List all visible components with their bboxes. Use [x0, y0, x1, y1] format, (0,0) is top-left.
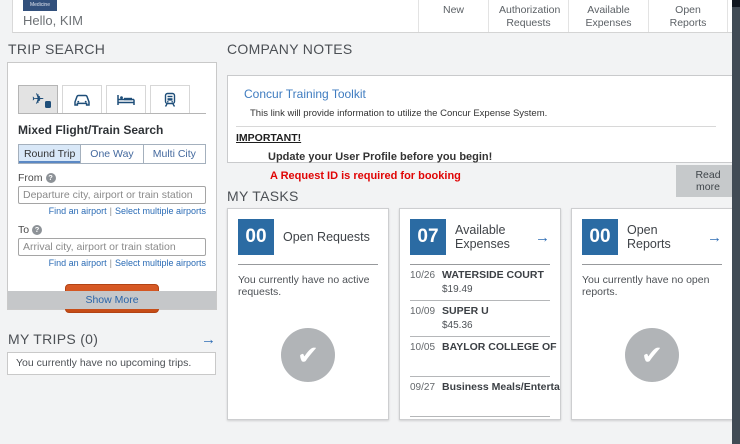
from-label-text: From [18, 172, 43, 184]
read-more-button[interactable]: Read more [676, 165, 740, 197]
scrollbar-thumb[interactable] [732, 0, 740, 7]
expense-amount [442, 356, 550, 373]
tab-hotel[interactable] [106, 85, 146, 113]
expense-amount: $19.49 [442, 284, 473, 295]
open-requests-header: 00 Open Requests [238, 219, 378, 255]
my-trips-title: MY TRIPS (0) [8, 331, 99, 347]
trip-type-multi-city[interactable]: Multi City [142, 145, 205, 163]
available-expenses-card: 07 Available Expenses → 10/26 WATERSIDE … [399, 208, 561, 420]
expense-name: Business Meals/Entertainme... [442, 381, 560, 393]
link-separator: | [109, 206, 112, 216]
important-label: IMPORTANT! [236, 132, 302, 144]
expense-row[interactable]: 09/11 Business Meals/Entertainment $5.61 [410, 416, 550, 419]
expense-row[interactable]: 10/05 BAYLOR COLLEGE OF MED... [410, 336, 560, 376]
concur-training-toolkit-link[interactable]: Concur Training Toolkit [244, 87, 716, 101]
nav-item-open-reports[interactable]: Open Reports [648, 0, 728, 32]
trip-type-round-trip[interactable]: Round Trip [19, 145, 81, 163]
card-divider [238, 264, 378, 265]
expense-row[interactable]: 09/27 Business Meals/Entertainme... [410, 376, 560, 416]
my-trips-arrow-icon[interactable]: → [201, 332, 216, 347]
tab-car[interactable] [62, 85, 102, 113]
car-icon [74, 94, 90, 106]
to-label-text: To [18, 224, 30, 236]
nav-item-available-expenses[interactable]: Available Expenses [568, 0, 648, 32]
travel-mode-tabs: ✈ [18, 85, 206, 114]
select-multiple-airports-link[interactable]: Select multiple airports [115, 206, 206, 216]
expense-date: 10/26 [410, 270, 436, 281]
card-divider [582, 264, 722, 265]
company-notes-panel: Concur Training Toolkit This link will p… [227, 75, 733, 182]
open-requests-label: Open Requests [283, 230, 370, 244]
to-label: To ? [18, 224, 206, 236]
tab-mixed-flight-train[interactable]: ✈ [18, 85, 58, 113]
open-reports-empty-message: You currently have no open reports. [582, 274, 710, 298]
find-airport-link[interactable]: Find an airport [49, 258, 107, 268]
from-links: Find an airport | Select multiple airports [18, 206, 206, 216]
select-multiple-airports-link[interactable]: Select multiple airports [115, 258, 206, 268]
expense-name: WATERSIDE COURT [442, 269, 544, 281]
open-reports-header: 00 Open Reports → [582, 219, 722, 255]
expense-amount [442, 396, 550, 413]
open-requests-empty-message: You currently have no active requests. [238, 274, 370, 298]
from-help-icon[interactable]: ? [45, 173, 56, 183]
airplane-icon: ✈ [31, 90, 45, 108]
company-notes-title: COMPANY NOTES [227, 41, 353, 57]
open-requests-count: 00 [238, 219, 274, 255]
company-logo[interactable]: Medicine [23, 0, 57, 11]
top-header: Medicine Hello, KIM New Authorization Re… [12, 0, 732, 33]
to-links: Find an airport | Select multiple airports [18, 258, 206, 268]
expense-date: 09/27 [410, 382, 436, 393]
page-scrollbar[interactable] [732, 0, 740, 444]
expense-date: 10/05 [410, 342, 436, 353]
from-label: From ? [18, 172, 206, 184]
nav-item-authorization-requests[interactable]: Authorization Requests [488, 0, 568, 32]
to-help-icon[interactable]: ? [32, 225, 43, 235]
request-id-note: A Request ID is required for booking [270, 170, 461, 182]
link-separator: | [109, 258, 112, 268]
concur-dashboard: Medicine Hello, KIM New Authorization Re… [0, 0, 740, 444]
show-more-link[interactable]: Show More [8, 291, 216, 309]
user-greeting: Hello, KIM [23, 13, 83, 28]
open-reports-count: 00 [582, 219, 618, 255]
header-nav: New Authorization Requests Available Exp… [418, 0, 728, 32]
trip-search-title: TRIP SEARCH [8, 41, 106, 57]
tab-train[interactable] [150, 85, 190, 113]
open-reports-arrow-icon[interactable]: → [707, 230, 722, 245]
profile-note: Update your User Profile before you begi… [268, 151, 493, 163]
mini-train-icon [45, 101, 51, 108]
expense-name: SUPER U [442, 305, 489, 317]
trip-type-selector: Round Trip One Way Multi City [18, 144, 206, 164]
available-expenses-label: Available Expenses [455, 223, 510, 251]
trip-type-one-way[interactable]: One Way [80, 145, 143, 163]
task-cards: 00 Open Requests You currently have no a… [227, 208, 733, 420]
notes-divider [236, 126, 716, 127]
available-expenses-count: 07 [410, 219, 446, 255]
open-requests-card: 00 Open Requests You currently have no a… [227, 208, 389, 420]
from-input[interactable] [18, 186, 206, 204]
my-trips-empty-message: You currently have no upcoming trips. [7, 352, 216, 375]
open-reports-label: Open Reports [627, 223, 671, 251]
my-trips-header: MY TRIPS (0) → [8, 331, 216, 347]
toolkit-description: This link will provide information to ut… [250, 108, 548, 119]
expense-row[interactable]: 10/26 WATERSIDE COURT $19.49 [410, 265, 550, 300]
expense-date: 10/09 [410, 306, 436, 317]
check-circle-icon: ✔ [625, 328, 679, 382]
search-type-heading: Mixed Flight/Train Search [18, 123, 164, 137]
available-expenses-arrow-icon[interactable]: → [535, 230, 550, 245]
bed-icon [117, 94, 135, 105]
expense-name: BAYLOR COLLEGE OF MED... [442, 341, 560, 353]
nav-item-new[interactable]: New [418, 0, 488, 32]
my-tasks-title: MY TASKS [227, 188, 299, 204]
available-expenses-header: 07 Available Expenses → [410, 219, 550, 255]
expense-row[interactable]: 10/09 SUPER U $45.36 [410, 300, 550, 336]
find-airport-link[interactable]: Find an airport [49, 206, 107, 216]
expense-amount: $45.36 [442, 320, 473, 331]
train-icon [164, 92, 176, 107]
open-reports-card: 00 Open Reports → You currently have no … [571, 208, 733, 420]
to-input[interactable] [18, 238, 206, 256]
trip-search-panel: ✈ Mixed Flight/Train Search Round Trip O… [7, 62, 217, 313]
check-circle-icon: ✔ [281, 328, 335, 382]
